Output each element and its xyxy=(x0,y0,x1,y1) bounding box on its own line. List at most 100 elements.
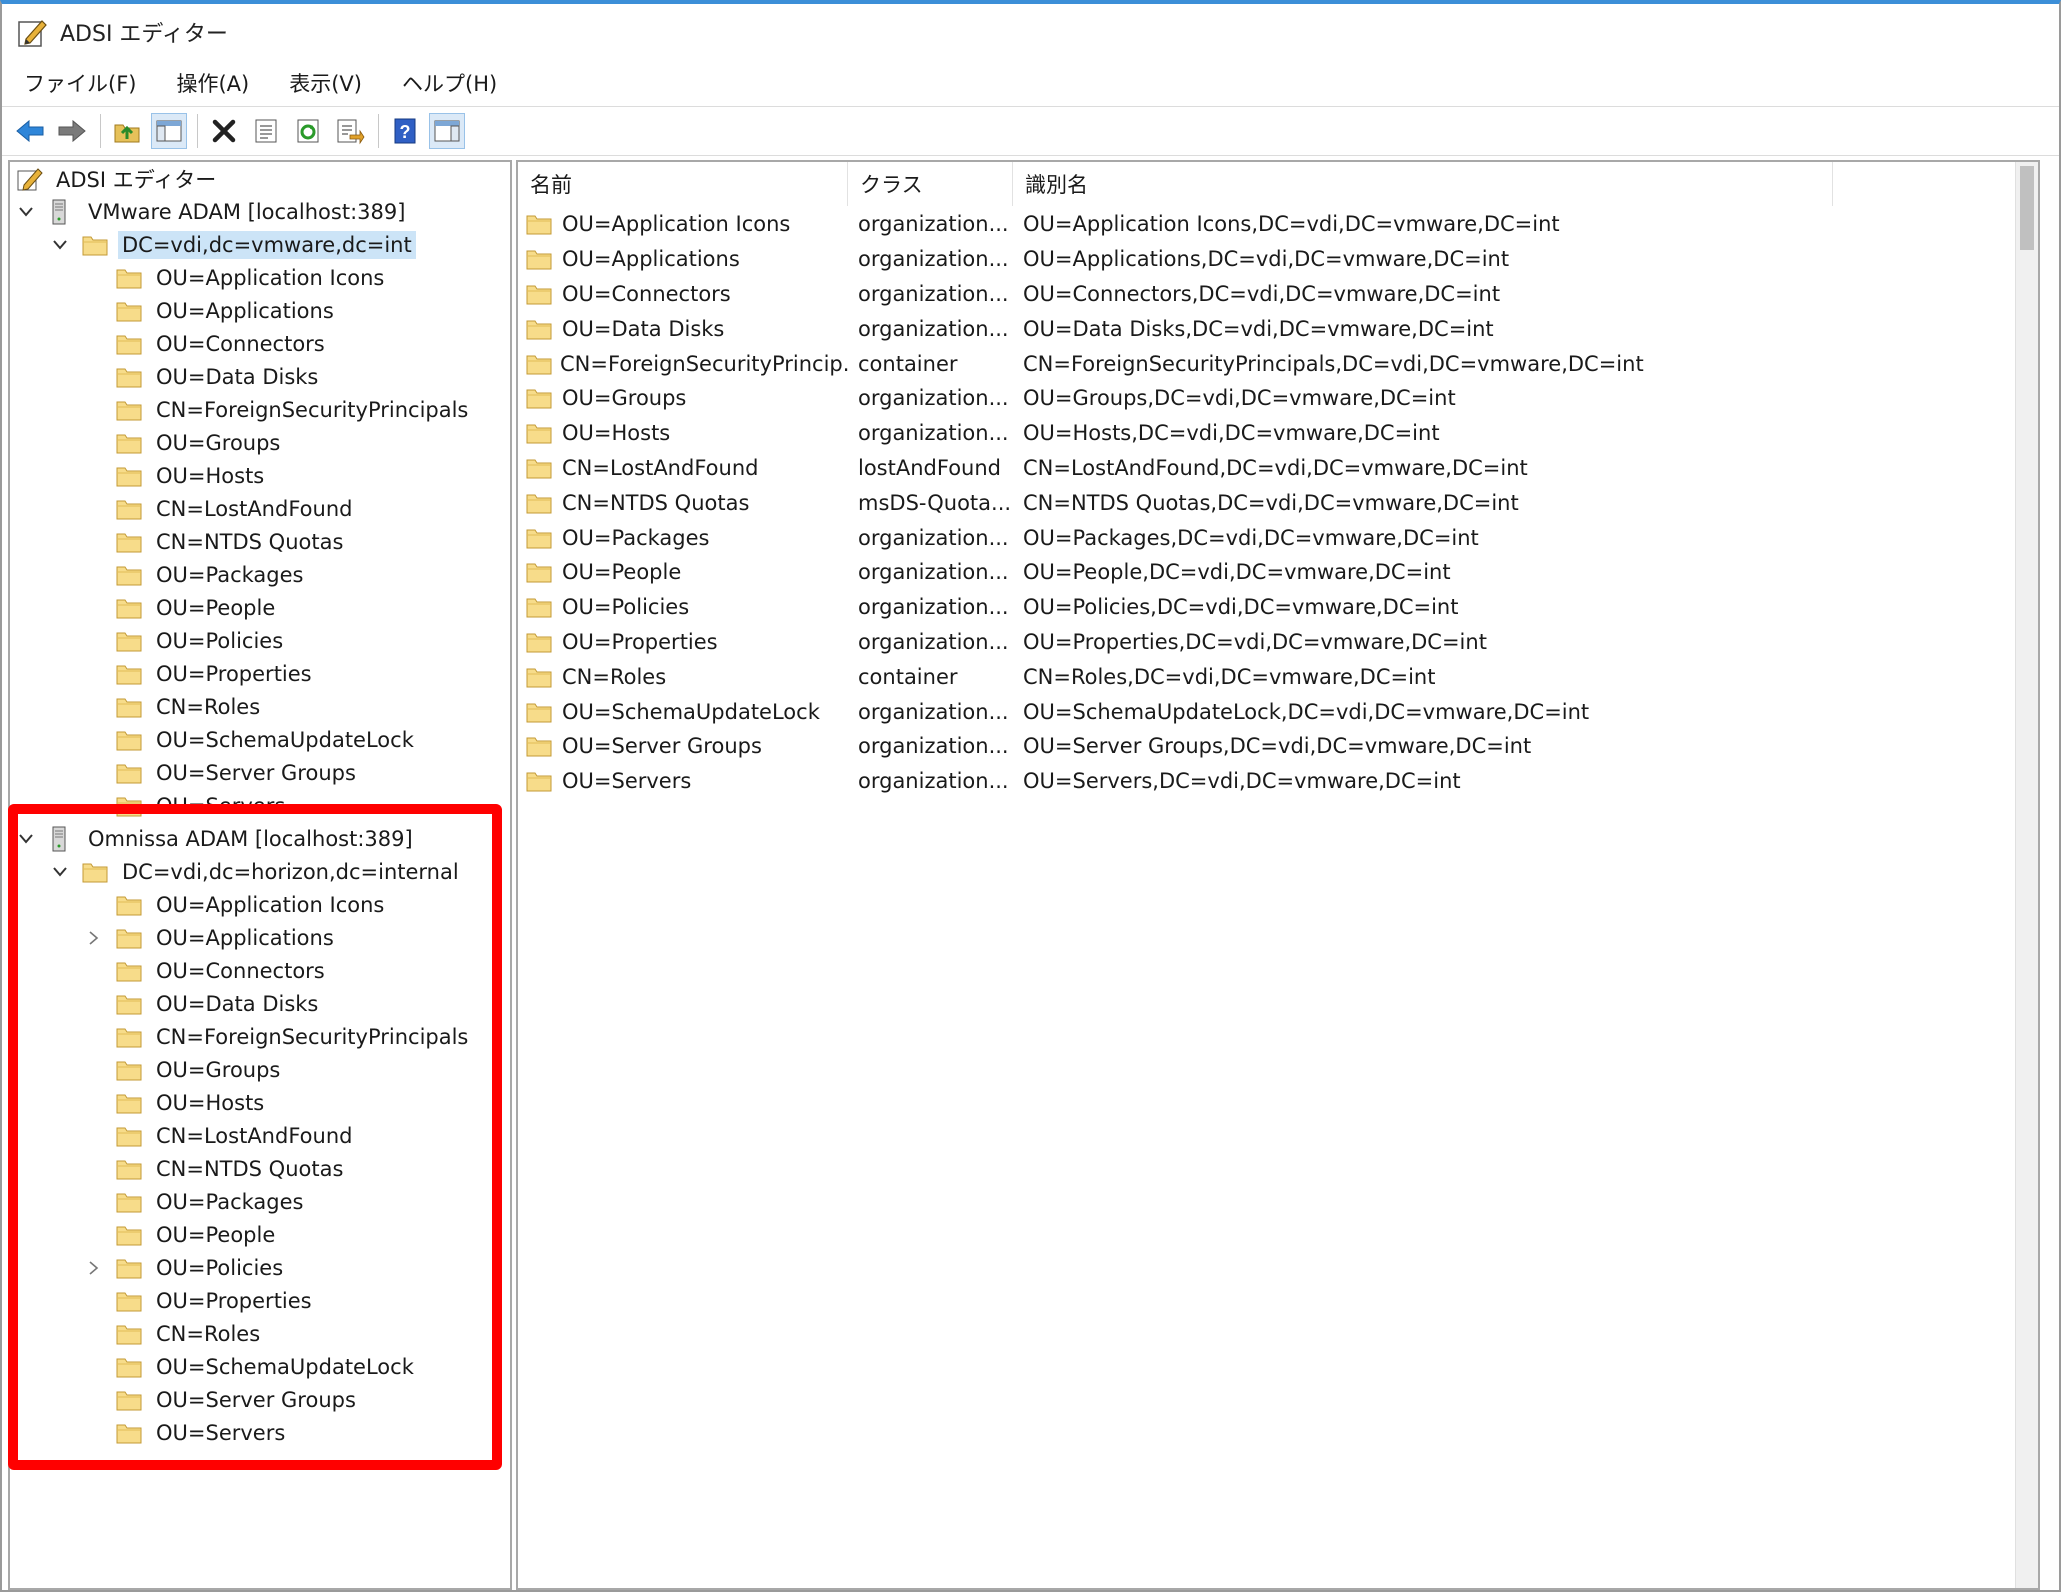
tree-item[interactable]: OU=Applications xyxy=(10,921,510,954)
tree-item[interactable]: OU=Server Groups xyxy=(10,756,510,789)
tree-item-label: CN=Roles xyxy=(156,1321,261,1346)
expand-chevron-down-icon[interactable] xyxy=(50,862,70,882)
folder-icon xyxy=(526,699,554,725)
tree-item[interactable]: OU=Servers xyxy=(10,789,510,822)
tree-item[interactable]: OU=SchemaUpdateLock xyxy=(10,723,510,756)
list-row[interactable]: OU=Application Icons organization... OU=Ap… xyxy=(518,207,2038,242)
tree-item[interactable]: CN=LostAndFound xyxy=(10,1119,510,1152)
menu-view[interactable]: 表示(V) xyxy=(285,64,366,102)
export-list-icon[interactable] xyxy=(332,113,368,149)
tree-item[interactable]: OU=Hosts xyxy=(10,459,510,492)
tree-item[interactable]: CN=NTDS Quotas xyxy=(10,1152,510,1185)
tree-pane[interactable]: ADSI エディター VMware ADAM [localhost:389] DC… xyxy=(8,160,512,1590)
tree-item[interactable]: OU=Applications xyxy=(10,294,510,327)
tree-item[interactable]: CN=LostAndFound xyxy=(10,492,510,525)
tree-item[interactable]: CN=Roles xyxy=(10,690,510,723)
tree-item[interactable]: OU=Connectors xyxy=(10,954,510,987)
tree-item[interactable]: OU=Properties xyxy=(10,1284,510,1317)
tree-item[interactable]: CN=Roles xyxy=(10,1317,510,1350)
expand-chevron-down-icon[interactable] xyxy=(50,235,70,255)
list-row[interactable]: OU=Server Groups organization... OU=Server… xyxy=(518,729,2038,764)
refresh-icon[interactable] xyxy=(290,113,326,149)
properties-icon[interactable] xyxy=(248,113,284,149)
tree-item[interactable]: OU=Properties xyxy=(10,657,510,690)
expand-chevron-right-icon[interactable] xyxy=(84,1258,104,1278)
tree-item[interactable]: OU=Application Icons xyxy=(10,261,510,294)
list-cell-name: OU=Groups xyxy=(518,385,848,411)
tree-item[interactable]: OU=Servers xyxy=(10,1416,510,1449)
folder-icon xyxy=(116,1354,144,1380)
tree-item[interactable]: CN=ForeignSecurityPrincipals xyxy=(10,393,510,426)
tree-item[interactable]: OU=Application Icons xyxy=(10,888,510,921)
column-header-distinguished-name[interactable]: 識別名 xyxy=(1013,162,1833,206)
tree-item[interactable]: OU=Hosts xyxy=(10,1086,510,1119)
tree-item-label: OU=Servers xyxy=(156,793,286,818)
scrollbar-thumb[interactable] xyxy=(2020,166,2034,250)
list-vertical-scrollbar[interactable] xyxy=(2015,162,2038,1588)
list-row[interactable]: OU=Hosts organization... OU=Hosts,DC=vdi,D… xyxy=(518,416,2038,451)
show-hide-tree-icon[interactable] xyxy=(151,113,187,149)
tree-item-label: CN=Roles xyxy=(156,694,261,719)
show-action-pane-icon[interactable] xyxy=(429,113,465,149)
list-cell-class: organization... xyxy=(858,629,1009,654)
menu-file[interactable]: ファイル(F) xyxy=(20,64,140,102)
tree-item[interactable]: CN=ForeignSecurityPrincipals xyxy=(10,1020,510,1053)
list-row[interactable]: OU=Properties organization... OU=Propertie… xyxy=(518,625,2038,660)
tree-item[interactable]: OU=Groups xyxy=(10,1053,510,1086)
list-row[interactable]: OU=Groups organization... OU=Groups,DC=vdi… xyxy=(518,381,2038,416)
list-row[interactable]: OU=Servers organization... OU=Servers,DC=v… xyxy=(518,764,2038,799)
expand-chevron-right-icon[interactable] xyxy=(84,928,104,948)
menu-help[interactable]: ヘルプ(H) xyxy=(398,64,501,102)
tree-item-label: OU=SchemaUpdateLock xyxy=(156,727,414,752)
up-folder-icon[interactable] xyxy=(109,113,145,149)
tree-connection[interactable]: VMware ADAM [localhost:389] xyxy=(10,195,510,228)
column-header-name[interactable]: 名前 xyxy=(518,162,848,206)
list-cell-class: organization... xyxy=(858,212,1009,237)
folder-icon xyxy=(526,559,554,585)
tree-domain-node[interactable]: DC=vdi,dc=horizon,dc=internal xyxy=(10,855,510,888)
list-row[interactable]: OU=Packages organization... OU=Packages,DC… xyxy=(518,520,2038,555)
list-row[interactable]: CN=ForeignSecurityPrincip... container CN=… xyxy=(518,346,2038,381)
tree-item[interactable]: OU=Data Disks xyxy=(10,987,510,1020)
list-row[interactable]: OU=Data Disks organization... OU=Data Disk… xyxy=(518,311,2038,346)
tree-item[interactable]: OU=Data Disks xyxy=(10,360,510,393)
list-row[interactable]: CN=NTDS Quotas msDS-Quota... CN=NTDS Quota… xyxy=(518,485,2038,520)
tree-item[interactable]: OU=People xyxy=(10,1218,510,1251)
folder-icon xyxy=(116,463,144,489)
list-cell-class: container xyxy=(858,351,958,376)
menu-action[interactable]: 操作(A) xyxy=(172,64,253,102)
list-row[interactable]: CN=LostAndFound lostAndFound CN=LostAndFou… xyxy=(518,451,2038,486)
tree-item[interactable]: OU=Packages xyxy=(10,558,510,591)
tree-item[interactable]: CN=NTDS Quotas xyxy=(10,525,510,558)
list-row[interactable]: OU=Connectors organization... OU=Connector… xyxy=(518,277,2038,312)
tree-item[interactable]: OU=Groups xyxy=(10,426,510,459)
folder-icon xyxy=(116,298,144,324)
tree-connection[interactable]: Omnissa ADAM [localhost:389] xyxy=(10,822,510,855)
tree-item[interactable]: OU=Connectors xyxy=(10,327,510,360)
tree-item[interactable]: OU=Server Groups xyxy=(10,1383,510,1416)
help-icon[interactable]: ? xyxy=(387,113,423,149)
folder-icon xyxy=(116,496,144,522)
list-row[interactable]: OU=SchemaUpdateLock organization... OU=Sch… xyxy=(518,694,2038,729)
tree-item-label: OU=Application Icons xyxy=(156,892,385,917)
tree-root[interactable]: ADSI エディター xyxy=(10,162,510,195)
tree-item[interactable]: OU=SchemaUpdateLock xyxy=(10,1350,510,1383)
expand-chevron-down-icon[interactable] xyxy=(16,829,36,849)
tree-domain-node[interactable]: DC=vdi,dc=vmware,dc=int xyxy=(10,228,510,261)
tree-item[interactable]: OU=People xyxy=(10,591,510,624)
delete-icon[interactable] xyxy=(206,113,242,149)
list-row[interactable]: OU=Policies organization... OU=Policies,DC… xyxy=(518,590,2038,625)
list-pane[interactable]: 名前 クラス 識別名 OU=Application Icons organizat… xyxy=(516,160,2040,1590)
tree-item[interactable]: OU=Packages xyxy=(10,1185,510,1218)
tree-item[interactable]: OU=Policies xyxy=(10,1251,510,1284)
list-row[interactable]: CN=Roles container CN=Roles,DC=vdi,DC=vmwa… xyxy=(518,659,2038,694)
list-cell-distinguished-name: OU=People,DC=vdi,DC=vmware,DC=int xyxy=(1023,560,1451,585)
column-header-class[interactable]: クラス xyxy=(848,162,1013,206)
list-row[interactable]: OU=People organization... OU=People,DC=vdi… xyxy=(518,555,2038,590)
list-row[interactable]: OU=Applications organization... OU=Applica… xyxy=(518,242,2038,277)
back-arrow-icon[interactable] xyxy=(12,113,48,149)
forward-arrow-icon[interactable] xyxy=(54,113,90,149)
expand-chevron-down-icon[interactable] xyxy=(16,202,36,222)
tree-item[interactable]: OU=Policies xyxy=(10,624,510,657)
